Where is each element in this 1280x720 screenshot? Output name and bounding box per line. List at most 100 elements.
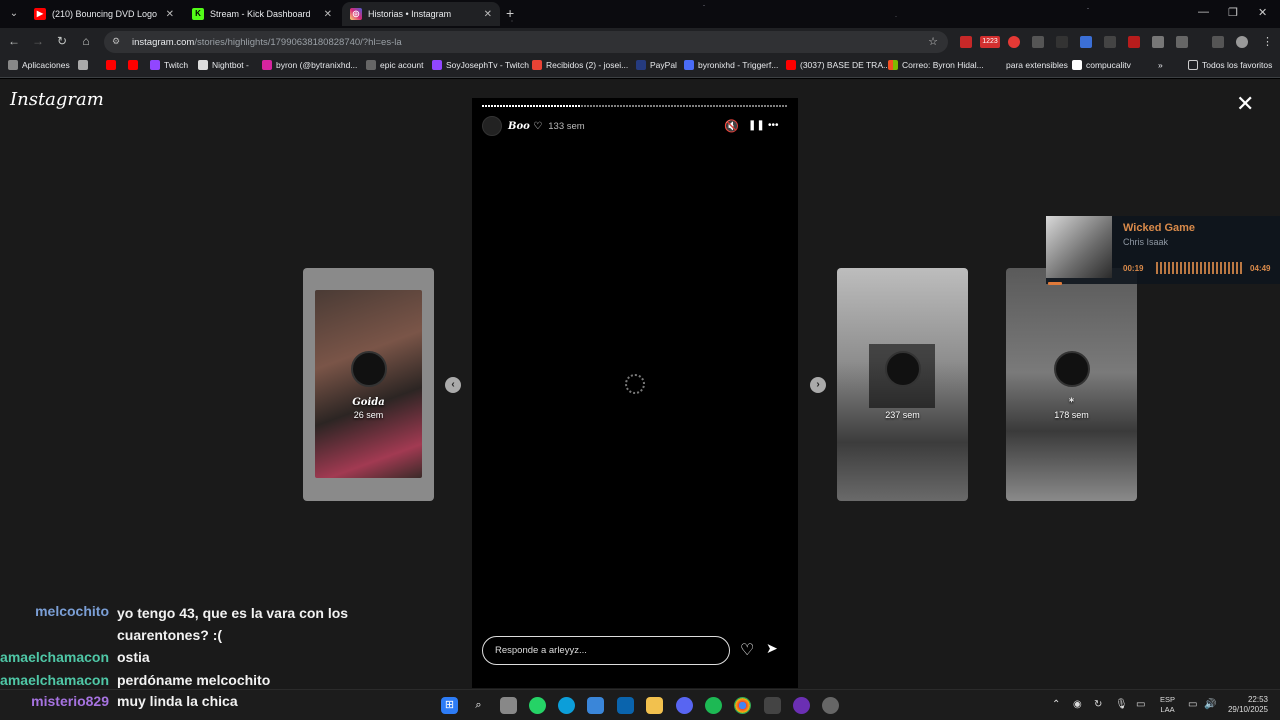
settings-icon[interactable] [822, 697, 839, 714]
home-icon[interactable]: ⌂ [78, 34, 94, 48]
start-button-icon[interactable]: ⊞ [441, 697, 458, 714]
tab-label: Historias • Instagram [368, 9, 452, 19]
bookmark-youtube-1[interactable] [106, 60, 116, 70]
apps-grid-icon [8, 60, 18, 70]
extension-abp-icon[interactable] [960, 36, 972, 48]
outlook-icon[interactable] [617, 697, 634, 714]
tab-close-icon[interactable]: ✕ [166, 9, 174, 20]
next-story-arrow[interactable]: › [810, 377, 826, 393]
extension-box-icon[interactable] [1152, 36, 1164, 48]
send-icon[interactable]: ➤ [766, 640, 778, 657]
forward-icon[interactable]: → [30, 34, 46, 48]
media-controls-icon[interactable] [1212, 36, 1224, 48]
story-avatar[interactable] [482, 116, 502, 136]
track-time-total: 04:49 [1250, 264, 1271, 273]
mute-icon[interactable]: 🔇 [724, 116, 739, 136]
extensions-puzzle-icon[interactable] [1176, 36, 1188, 48]
bookmark-label: Correo: Byron Hidal... [902, 60, 984, 70]
bookmark-paypal[interactable]: PayPal [636, 60, 677, 70]
restore-icon[interactable]: ❐ [1228, 6, 1238, 19]
extension-bug-icon[interactable] [1128, 36, 1140, 48]
app-circle-icon[interactable] [793, 697, 810, 714]
bookmark-extensibles[interactable]: para extensibles [1006, 60, 1068, 70]
tray-display-icon[interactable]: ▭ [1136, 699, 1145, 710]
story-card-next-1[interactable]: 237 sem [837, 268, 968, 501]
address-bar[interactable]: ⚙ instagram.com/stories/highlights/17990… [104, 31, 948, 53]
bookmark-youtube-2[interactable] [128, 60, 138, 70]
all-bookmarks-folder[interactable]: Todos los favoritos [1188, 60, 1272, 70]
reply-input[interactable]: Responde a arleyyz... [482, 636, 730, 665]
extension-badge-icon[interactable]: 1223 [980, 36, 1000, 48]
instagram-logo[interactable]: Instagram [10, 89, 104, 110]
tab-instagram[interactable]: ◎ Historias • Instagram ✕ [342, 2, 500, 26]
reload-icon[interactable]: ↻ [54, 34, 70, 48]
extension-grey-icon[interactable] [1032, 36, 1044, 48]
discord-icon[interactable] [676, 697, 693, 714]
bookmark-twitch[interactable]: Twitch [150, 60, 188, 70]
extension-red-icon[interactable] [1008, 36, 1020, 48]
bookmark-label: byronixhd - Triggerf... [698, 60, 779, 70]
edge-icon[interactable] [558, 697, 575, 714]
tab-youtube[interactable]: ▶ (210) Bouncing DVD Logo Scre ✕ [26, 2, 182, 26]
bookmark-correo[interactable]: Correo: Byron Hidal... [888, 60, 984, 70]
bookmark-apps[interactable]: Aplicaciones [8, 60, 70, 70]
story-username[interactable]: Boo ♡ [508, 121, 542, 132]
more-options-icon[interactable]: ••• [768, 116, 779, 136]
story-main[interactable]: Boo ♡ 133 sem 🔇 ❚❚ ••• Responde a arleyy… [472, 98, 798, 688]
task-view-icon[interactable] [500, 697, 517, 714]
bookmark-base[interactable]: (3037) BASE DE TRA... [786, 60, 890, 70]
window-close-icon[interactable]: ✕ [1258, 6, 1267, 19]
new-tab-button[interactable]: + [506, 5, 514, 21]
tab-close-icon[interactable]: ✕ [484, 9, 492, 20]
tray-app-icon[interactable]: ◉ [1073, 699, 1082, 710]
bookmark-instagram[interactable]: byron (@bytranixhd... [262, 60, 357, 70]
instagram-icon: ◎ [350, 8, 362, 20]
profile-avatar[interactable] [1236, 36, 1248, 48]
tray-sync-icon[interactable]: ↻ [1094, 699, 1102, 710]
instagram-story-viewer: Instagram ✕ Goida 26 sem ‹ Boo ♡ 133 sem… [0, 79, 1280, 689]
tab-close-icon[interactable]: ✕ [324, 9, 332, 20]
bookmarks-overflow-button[interactable]: » [1158, 60, 1163, 70]
bookmark-gmail[interactable]: Recibidos (2) - josei... [532, 60, 628, 70]
volume-icon[interactable]: 🔊 [1204, 699, 1216, 710]
heart-icon[interactable]: ♡ [740, 640, 754, 660]
bookmark-grid[interactable] [78, 60, 88, 70]
bookmark-label: byron (@bytranixhd... [276, 60, 358, 70]
bookmark-soyjoseph[interactable]: SoyJosephTv - Twitch [432, 60, 529, 70]
streaming-app-icon[interactable] [764, 697, 781, 714]
browser-menu-icon[interactable]: ⋮ [1262, 36, 1274, 48]
microphone-icon[interactable]: 🎙 [1115, 699, 1128, 710]
tab-search-icon[interactable]: ⌄ [6, 6, 22, 22]
back-icon[interactable]: ← [6, 34, 22, 48]
tab-kick[interactable]: K Stream - Kick Dashboard ✕ [184, 2, 340, 26]
extension-b-icon[interactable] [1104, 36, 1116, 48]
pause-icon[interactable]: ❚❚ [748, 116, 765, 136]
bookmark-star-icon[interactable]: ☆ [928, 35, 938, 48]
bookmark-nightbot[interactable]: Nightbot - [198, 60, 249, 70]
close-icon[interactable]: ✕ [1236, 93, 1254, 115]
tray-overflow-icon[interactable]: ⌃ [1052, 699, 1060, 710]
keyboard-layout: LAA [1160, 705, 1175, 714]
language-indicator[interactable]: ESP LAA [1160, 695, 1175, 715]
bookmark-triggerfyre[interactable]: byronixhd - Triggerf... [684, 60, 778, 70]
loading-spinner-icon [625, 374, 645, 394]
minimize-icon[interactable]: — [1198, 6, 1209, 18]
network-icon[interactable]: ▭ [1188, 699, 1197, 710]
twitch-icon [432, 60, 442, 70]
system-clock[interactable]: 22:53 29/10/2025 [1222, 695, 1268, 715]
store-icon[interactable] [587, 697, 604, 714]
extension-dark-icon[interactable] [1056, 36, 1068, 48]
spotify-icon[interactable] [705, 697, 722, 714]
story-card-next-2[interactable]: * 178 sem [1006, 268, 1137, 501]
extension-blue-icon[interactable] [1080, 36, 1092, 48]
bookmark-compucali[interactable]: compucalitv [1072, 60, 1131, 70]
bookmark-epic[interactable]: epic acount [366, 60, 423, 70]
chrome-icon[interactable] [734, 697, 751, 714]
folder-icon [1188, 60, 1198, 70]
whatsapp-icon[interactable] [529, 697, 546, 714]
site-info-icon[interactable]: ⚙ [112, 36, 124, 48]
previous-story-arrow[interactable]: ‹ [445, 377, 461, 393]
story-card-previous[interactable]: Goida 26 sem [303, 268, 434, 501]
file-explorer-icon[interactable] [646, 697, 663, 714]
search-icon[interactable]: ⌕ [470, 697, 487, 714]
